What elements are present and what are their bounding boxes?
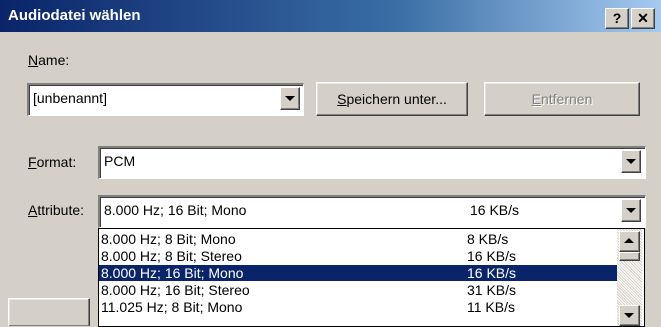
format-value: PCM bbox=[104, 153, 136, 169]
title-bar[interactable]: Audiodatei wählen ? ✕ bbox=[0, 0, 661, 32]
chevron-down-icon bbox=[626, 208, 636, 213]
name-label: Name: bbox=[28, 52, 70, 68]
list-item[interactable]: 8.000 Hz; 8 Bit; Mono 8 KB/s bbox=[99, 231, 617, 247]
scroll-down-button[interactable] bbox=[619, 305, 640, 326]
name-dropdown-button[interactable] bbox=[280, 87, 300, 110]
list-item[interactable]: 8.000 Hz; 8 Bit; Stereo 16 KB/s bbox=[99, 248, 617, 264]
window-title: Audiodatei wählen bbox=[8, 7, 141, 24]
attribute-options-list[interactable]: 8.000 Hz; 8 Bit; Mono 8 KB/s 8.000 Hz; 8… bbox=[98, 228, 645, 327]
list-item[interactable]: 8.000 Hz; 16 Bit; Stereo 31 KB/s bbox=[99, 282, 617, 298]
list-scrollbar[interactable] bbox=[617, 229, 642, 326]
format-dropdown-button[interactable] bbox=[621, 150, 641, 173]
list-item[interactable]: 11.025 Hz; 8 Bit; Mono 11 KB/s bbox=[99, 299, 617, 315]
close-button[interactable]: ✕ bbox=[631, 8, 655, 29]
chevron-down-icon bbox=[624, 313, 634, 318]
chevron-up-icon bbox=[624, 238, 634, 243]
chevron-down-icon bbox=[626, 159, 636, 164]
help-button[interactable]: ? bbox=[605, 8, 629, 29]
name-combobox[interactable]: [unbenannt] bbox=[27, 83, 304, 116]
scroll-up-button[interactable] bbox=[619, 231, 640, 252]
remove-button[interactable]: Entfernen bbox=[484, 82, 640, 116]
ok-button-partial[interactable] bbox=[8, 298, 90, 326]
format-combobox[interactable]: PCM bbox=[98, 146, 646, 179]
attribute-label: Attribute: bbox=[28, 202, 85, 218]
close-icon: ✕ bbox=[637, 10, 649, 26]
help-icon: ? bbox=[612, 10, 622, 26]
attribute-value-rate: 8.000 Hz; 16 Bit; Mono bbox=[104, 202, 247, 218]
attribute-dropdown-button[interactable] bbox=[621, 199, 641, 222]
attribute-value-size: 16 KB/s bbox=[470, 202, 520, 218]
save-as-button[interactable]: Speichern unter... bbox=[316, 82, 468, 116]
attribute-combobox[interactable]: 8.000 Hz; 16 Bit; Mono 16 KB/s bbox=[98, 195, 646, 228]
name-value: [unbenannt] bbox=[33, 90, 107, 106]
scroll-thumb[interactable] bbox=[619, 252, 640, 261]
format-label: Format: bbox=[28, 154, 77, 170]
chevron-down-icon bbox=[285, 96, 295, 101]
list-item-selected[interactable]: 8.000 Hz; 16 Bit; Mono 16 KB/s bbox=[99, 265, 617, 281]
